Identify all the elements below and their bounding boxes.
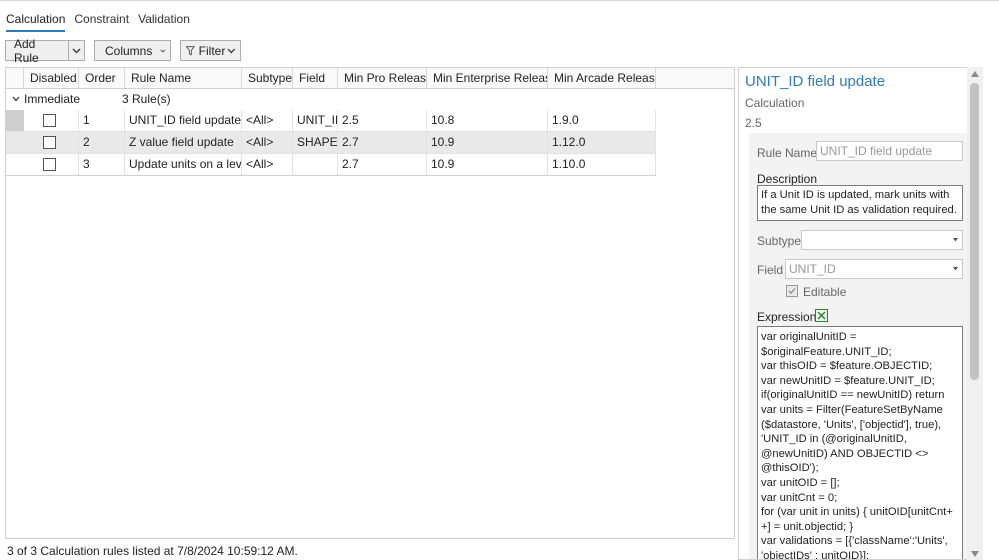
panel-scrollbar-thumb[interactable] — [970, 83, 979, 380]
column-header-subtype[interactable]: Subtype — [242, 68, 293, 88]
grid-header: Disabled Order Rule Name Subtype Field M… — [6, 68, 734, 89]
expression-builder-icon[interactable] — [815, 309, 828, 322]
editable-checkbox[interactable] — [786, 285, 798, 297]
column-header-min-arcade[interactable]: Min Arcade Release — [548, 68, 656, 88]
panel-version: 2.5 — [745, 116, 762, 130]
min-enterprise-cell: 10.8 — [427, 110, 548, 131]
dropdown-arrow-icon — [953, 267, 958, 271]
tab-validation[interactable]: Validation — [138, 12, 190, 32]
rule-name-input[interactable]: UNIT_ID field update — [816, 141, 963, 161]
filter-button[interactable]: Filter — [180, 40, 241, 61]
add-rule-dropdown[interactable] — [68, 41, 84, 60]
excel-icon — [817, 311, 826, 320]
row-header-column — [6, 68, 24, 88]
row-header[interactable] — [6, 132, 24, 153]
rule-name-cell: Update units on a level — [125, 154, 242, 175]
min-arcade-cell: 1.12.0 — [548, 132, 656, 153]
field-select[interactable]: UNIT_ID — [785, 259, 963, 279]
rule-name-cell: Z value field update — [125, 132, 242, 153]
subtype-select[interactable] — [801, 230, 963, 250]
rule-name-label: Rule Name — [757, 146, 818, 160]
column-header-disabled[interactable]: Disabled — [24, 68, 79, 88]
order-cell: 3 — [79, 154, 125, 175]
order-cell: 2 — [79, 132, 125, 153]
add-rule-label: Add Rule — [14, 36, 39, 65]
chevron-down-icon — [72, 48, 81, 53]
filter-label: Filter — [198, 43, 226, 58]
description-textarea[interactable]: If a Unit ID is updated, mark units with… — [757, 185, 963, 221]
subtype-cell: <All> — [242, 132, 293, 153]
subtype-label: Subtype — [757, 234, 802, 248]
table-row[interactable]: 1 UNIT_ID field update <All> UNIT_ID 2.5… — [6, 110, 656, 132]
chevron-down-icon — [160, 48, 166, 53]
filter-icon — [186, 45, 195, 56]
field-cell: UNIT_ID — [293, 110, 338, 131]
description-label: Description — [757, 172, 818, 186]
field-label: Field — [757, 263, 784, 277]
table-row[interactable]: 2 Z value field update <All> SHAPE 2.7 1… — [6, 132, 656, 154]
rule-details-panel: UNIT_ID field update Calculation 2.5 Rul… — [738, 67, 983, 560]
min-pro-cell: 2.7 — [338, 154, 427, 175]
expression-label: Expression — [757, 310, 817, 324]
scroll-down-icon[interactable] — [971, 551, 979, 557]
field-cell — [293, 154, 338, 175]
scroll-up-icon[interactable] — [971, 71, 979, 77]
tab-calculation[interactable]: Calculation — [6, 12, 66, 32]
rules-grid: Disabled Order Rule Name Subtype Field M… — [5, 67, 735, 539]
subtype-cell: <All> — [242, 154, 293, 175]
column-header-field[interactable]: Field — [293, 68, 338, 88]
disabled-cell — [24, 132, 79, 153]
min-pro-cell: 2.7 — [338, 132, 427, 153]
editable-label: Editable — [803, 285, 847, 299]
group-row[interactable]: Immediate 3 Rule(s) — [6, 90, 734, 108]
rule-name-cell: UNIT_ID field update — [125, 110, 242, 131]
order-cell: 1 — [79, 110, 125, 131]
row-header[interactable] — [6, 110, 24, 131]
disabled-cell — [24, 110, 79, 131]
group-count: 3 Rule(s) — [122, 92, 171, 106]
min-pro-cell: 2.5 — [338, 110, 427, 131]
panel-rule-type: Calculation — [745, 96, 805, 110]
row-header[interactable] — [6, 154, 24, 175]
tab-constraint[interactable]: Constraint — [74, 12, 129, 32]
table-row[interactable]: 3 Update units on a level <All> 2.7 10.9… — [6, 154, 656, 176]
chevron-down-icon[interactable] — [12, 96, 20, 102]
min-arcade-cell: 1.10.0 — [548, 154, 656, 175]
min-enterprise-cell: 10.9 — [427, 154, 548, 175]
panel-title: UNIT_ID field update — [745, 73, 886, 90]
field-cell: SHAPE — [293, 132, 338, 153]
column-header-rule-name[interactable]: Rule Name — [125, 68, 242, 88]
dropdown-arrow-icon — [953, 238, 958, 242]
columns-label: Columns — [105, 43, 153, 58]
rule-type-tabs: Calculation Constraint Validation — [6, 12, 199, 32]
add-rule-button[interactable]: Add Rule — [5, 37, 85, 65]
top-border — [0, 0, 999, 1]
subtype-cell: <All> — [242, 110, 293, 131]
column-header-min-enterprise[interactable]: Min Enterprise Release — [427, 68, 548, 88]
field-value: UNIT_ID — [789, 262, 836, 276]
column-header-min-pro[interactable]: Min Pro Release — [338, 68, 427, 88]
group-name: Immediate — [24, 92, 81, 106]
status-bar-text: 3 of 3 Calculation rules listed at 7/8/2… — [7, 544, 298, 558]
checkmark-icon — [788, 288, 796, 294]
min-arcade-cell: 1.9.0 — [548, 110, 656, 131]
disabled-cell — [24, 154, 79, 175]
columns-button[interactable]: Columns — [94, 40, 171, 61]
chevron-down-icon — [227, 48, 236, 53]
min-enterprise-cell: 10.9 — [427, 132, 548, 153]
expression-editor[interactable]: var originalUnitID = $originalFeature.UN… — [757, 326, 963, 559]
column-header-order[interactable]: Order — [79, 68, 125, 88]
